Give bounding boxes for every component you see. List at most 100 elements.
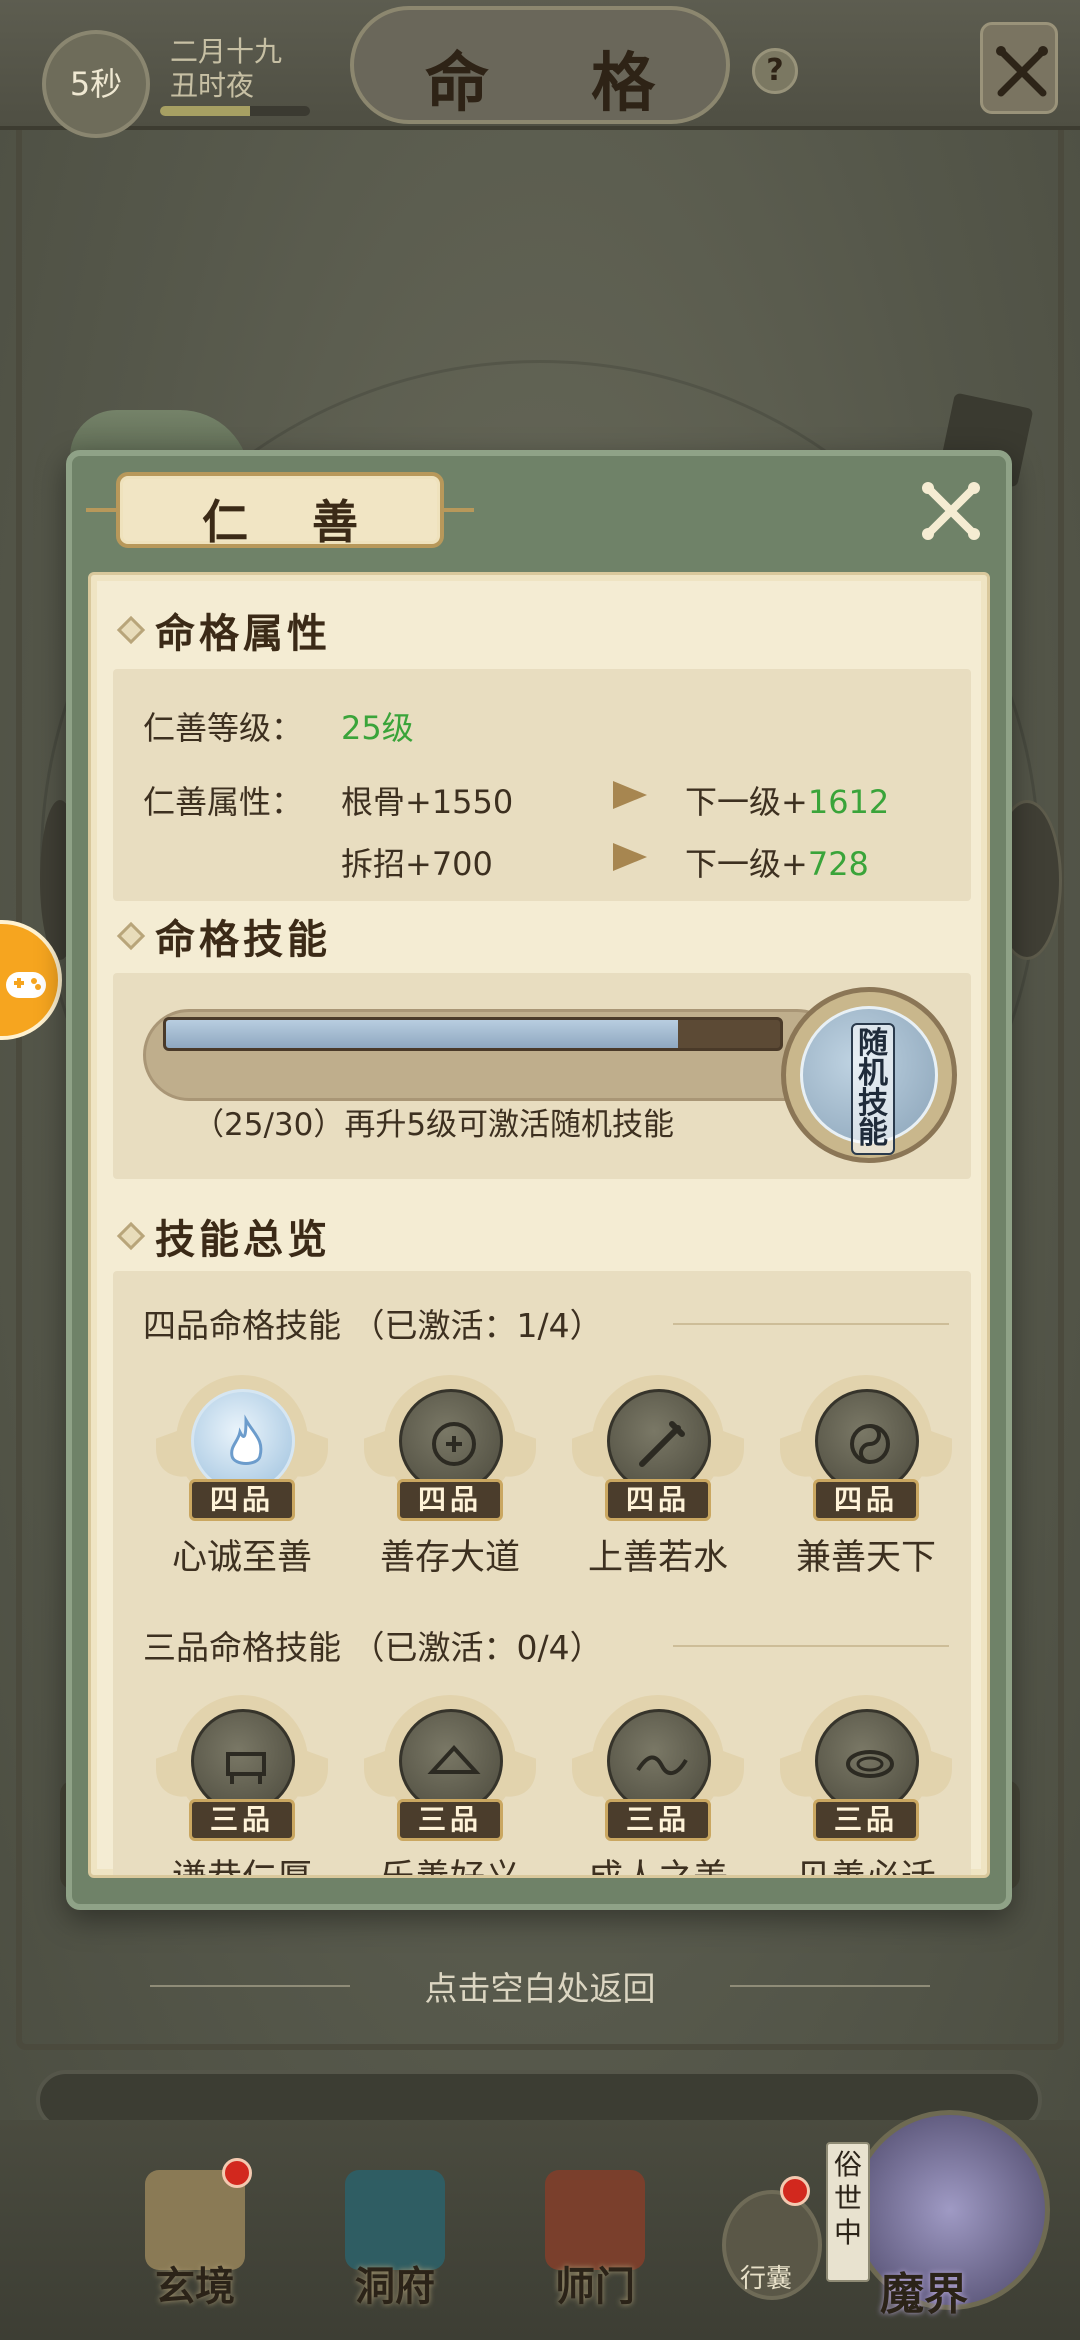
attr-next-prefix: 下一级+ [685, 845, 808, 883]
grade-badge: 四品 [189, 1479, 295, 1521]
skill-item[interactable]: 四品 心诚至善 [157, 1375, 327, 1578]
whirl-glyph [846, 1750, 894, 1778]
demon-realm-label: 魔界 [880, 2269, 968, 2320]
gamepad-icon [6, 972, 46, 998]
tier-4-heading: 四品命格技能 （已激活：1/4） [143, 1299, 603, 1347]
tier-status: （已激活：1/4） [351, 1306, 603, 1345]
grade-badge: 三品 [189, 1799, 295, 1841]
skill-name: 成人之美 [587, 1858, 728, 1878]
help-button[interactable]: ? [752, 48, 798, 94]
grade-badge: 四品 [813, 1479, 919, 1521]
hat-glyph [427, 1745, 481, 1774]
taiji-glyph [850, 1424, 890, 1464]
altar-icon [191, 1709, 295, 1813]
bag-label: 行囊 [740, 2264, 793, 2294]
skill-progress-bar [163, 1017, 783, 1051]
close-page-button[interactable] [980, 22, 1058, 114]
taiji-icon [815, 1389, 919, 1493]
random-skill-emblem: 随 机 技 能 [800, 1006, 938, 1155]
diamond-icon [116, 921, 146, 951]
tier-3-heading: 三品命格技能 （已激活：0/4） [143, 1621, 603, 1669]
skill-name: 兼善天下 [795, 1538, 936, 1578]
skill-name: 乐善好义 [379, 1858, 520, 1878]
section-title: 技能总览 [155, 1216, 331, 1263]
hat-icon [399, 1709, 503, 1813]
grade-badge: 三品 [397, 1799, 503, 1841]
blade-icon [607, 1389, 711, 1493]
time-progress-bar [160, 106, 310, 116]
divider [673, 1323, 949, 1325]
skill-name: 心诚至善 [171, 1538, 312, 1578]
nav-label: 师门 [555, 2263, 635, 2310]
arrow-right-icon [613, 843, 647, 871]
skill-progress-panel: （25/30）再升5级可激活随机技能 随 机 技 能 [113, 973, 971, 1179]
skill-item[interactable]: 三品 乐善好义 [365, 1695, 535, 1878]
badge-char: 技 [858, 1086, 888, 1121]
skill-item[interactable]: 四品 上善若水 [573, 1375, 743, 1578]
blade-glyph [639, 1421, 685, 1467]
attr-next-1: 下一级+1612 [685, 777, 889, 823]
nav-label: 洞府 [355, 2263, 435, 2310]
skill-item[interactable]: 三品 成人之美 [573, 1695, 743, 1878]
skill-item[interactable]: 三品 见善必迁 [781, 1695, 951, 1875]
modal-title: 仁 善 [201, 495, 382, 549]
skill-progress-text: （25/30）再升5级可激活随机技能 [193, 1107, 675, 1143]
tier-status: （已激活：0/4） [351, 1628, 603, 1667]
wave-icon [607, 1709, 711, 1813]
skill-overview-panel: 四品命格技能 （已激活：1/4） 四品 心诚至善 四品 善存大道 四品 上善若水… [113, 1271, 971, 1878]
altar-glyph [226, 1752, 266, 1784]
attr-next-prefix: 下一级+ [685, 783, 808, 821]
renshan-modal: 仁 善 命格属性 仁善等级： 25级 仁善属性： 根骨+1550 下一级+161… [66, 450, 1012, 1910]
attr-current-2: 拆招+700 [341, 845, 493, 883]
skill-item[interactable]: 三品 谦恭仁厚 [157, 1695, 327, 1878]
level-label: 仁善等级： [143, 709, 304, 747]
tier-title: 四品命格技能 [143, 1306, 341, 1345]
grade-badge: 四品 [605, 1479, 711, 1521]
modal-content[interactable]: 命格属性 仁善等级： 25级 仁善属性： 根骨+1550 下一级+1612 拆招… [88, 572, 990, 1878]
skill-progress-fill [166, 1020, 678, 1048]
whirl-icon [815, 1709, 919, 1813]
divider [673, 1645, 949, 1647]
skill-name: 谦恭仁厚 [171, 1858, 312, 1878]
close-icon [922, 482, 980, 540]
nav-dongfu[interactable]: 洞府 [310, 2150, 480, 2330]
random-skill-label: 随 机 技 能 [851, 1023, 895, 1155]
nav-shimen[interactable]: 师门 [510, 2150, 680, 2330]
skill-name: 上善若水 [587, 1538, 728, 1578]
grade-badge: 三品 [605, 1799, 711, 1841]
diamond-icon [116, 615, 146, 645]
random-skill-badge[interactable]: 随 机 技 能 [781, 987, 957, 1163]
attr-current-1: 根骨+1550 [341, 783, 514, 821]
attributes-panel: 仁善等级： 25级 仁善属性： 根骨+1550 下一级+1612 拆招+700 … [113, 669, 971, 901]
page-title: 命 格 [424, 46, 696, 121]
attr-next-value: 728 [807, 845, 869, 883]
section-skills-header: 命格技能 [116, 907, 331, 965]
skill-item[interactable]: 四品 善存大道 [365, 1375, 535, 1578]
timer-badge: 5秒 [42, 30, 150, 138]
secular-tag: 俗世中 [826, 2142, 870, 2282]
wave-glyph [636, 1755, 688, 1776]
diamond-icon [116, 1221, 146, 1251]
top-bar: 5秒 二月十九 丑时夜 命 格 ? [0, 0, 1080, 138]
time-progress-fill [160, 106, 250, 116]
skill-name: 善存大道 [379, 1538, 520, 1578]
lunar-time: 丑时夜 [170, 69, 255, 102]
badge-char: 机 [858, 1056, 888, 1091]
title-plate: 命 格 [350, 6, 730, 124]
modal-close-button[interactable] [916, 476, 986, 546]
close-icon [996, 46, 1048, 97]
attr-next-2: 下一级+728 [685, 839, 869, 885]
dao-glyph [432, 1422, 476, 1466]
tap-to-return-hint[interactable]: 点击空白处返回 [0, 1962, 1080, 2010]
section-title: 命格技能 [155, 916, 331, 963]
modal-title-plate: 仁 善 [86, 472, 474, 549]
grade-badge: 四品 [397, 1479, 503, 1521]
grade-badge: 三品 [813, 1799, 919, 1841]
notification-dot [780, 2176, 810, 2206]
section-title: 命格属性 [155, 610, 331, 657]
nav-xuanjing[interactable]: 玄境 [110, 2150, 280, 2330]
flame-glyph [230, 1414, 263, 1465]
skill-item[interactable]: 四品 兼善天下 [781, 1375, 951, 1578]
dao-emblem-icon [399, 1389, 503, 1493]
badge-char: 能 [858, 1116, 888, 1151]
